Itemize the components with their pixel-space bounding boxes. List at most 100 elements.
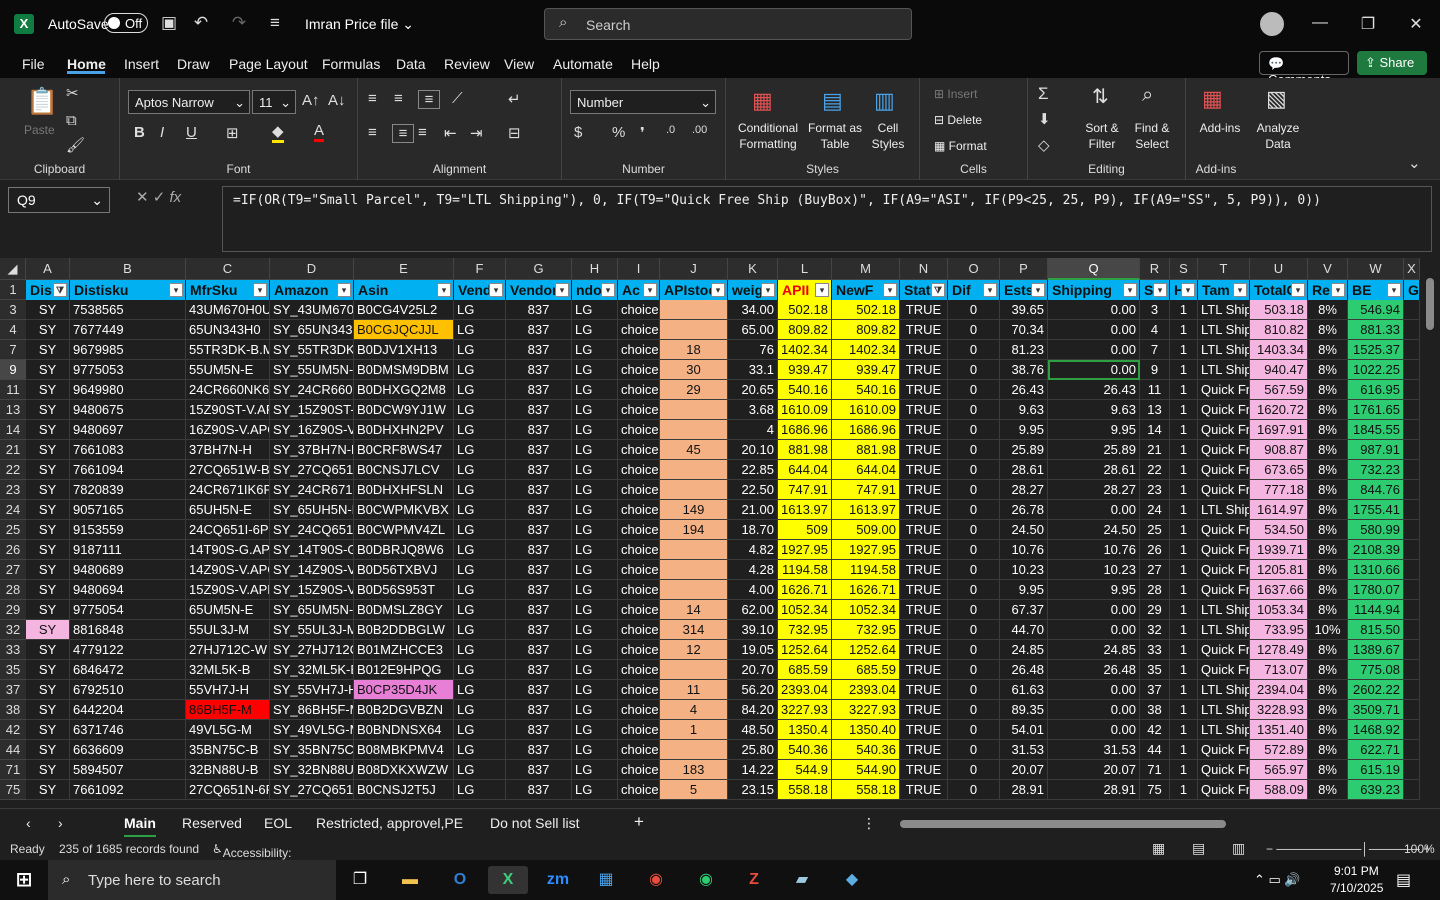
increase-decimal-icon[interactable]: .0	[666, 124, 675, 136]
cell-r28[interactable]: 28	[1140, 580, 1170, 600]
cell-e23[interactable]: B0DHXHFSLN	[354, 480, 454, 500]
cell-s11[interactable]: 1	[1170, 380, 1198, 400]
cell-s7[interactable]: 1	[1170, 340, 1198, 360]
cell-j38[interactable]: 4	[660, 700, 728, 720]
cell-i27[interactable]: choice	[618, 560, 660, 580]
column-header-d[interactable]: D	[270, 258, 354, 280]
cell-n29[interactable]: TRUE	[900, 600, 948, 620]
row-header-11[interactable]: 11	[0, 380, 26, 400]
menu-draw[interactable]: Draw	[177, 56, 210, 72]
cell-s26[interactable]: 1	[1170, 540, 1198, 560]
cell-g29[interactable]: 837	[506, 600, 572, 620]
cell-k29[interactable]: 62.00	[728, 600, 778, 620]
cell-d14[interactable]: SY_16Z90S-V.	[270, 420, 354, 440]
cell-t3[interactable]: LTL Ship	[1198, 300, 1250, 320]
cell-i29[interactable]: choice	[618, 600, 660, 620]
horizontal-scroll-thumb[interactable]	[900, 820, 1226, 828]
cell-c75[interactable]: 27CQ651N-6F	[186, 780, 270, 800]
cell-c42[interactable]: 49VL5G-M	[186, 720, 270, 740]
cell-l4[interactable]: 809.82	[778, 320, 832, 340]
decrease-decimal-icon[interactable]: .00	[692, 124, 707, 136]
cell-f14[interactable]: LG	[454, 420, 506, 440]
cell-u13[interactable]: 1620.72	[1250, 400, 1308, 420]
cell-l24[interactable]: 1613.97	[778, 500, 832, 520]
cell-q23[interactable]: 28.27	[1048, 480, 1140, 500]
cell-d33[interactable]: SY_27HJ712C-	[270, 640, 354, 660]
cell-c13[interactable]: 15Z90ST-V.AP	[186, 400, 270, 420]
cell-b25[interactable]: 9153559	[70, 520, 186, 540]
cell-n25[interactable]: TRUE	[900, 520, 948, 540]
cell-f28[interactable]: LG	[454, 580, 506, 600]
cell-c25[interactable]: 24CQ651I-6P	[186, 520, 270, 540]
cell-g13[interactable]: 837	[506, 400, 572, 420]
cell-j37[interactable]: 11	[660, 680, 728, 700]
column-header-t[interactable]: T	[1198, 258, 1250, 280]
cell-i35[interactable]: choice	[618, 660, 660, 680]
cell-h3[interactable]: LG	[572, 300, 618, 320]
cell-h23[interactable]: LG	[572, 480, 618, 500]
format-as-table-button[interactable]: Format as Table	[806, 120, 864, 152]
cell-w24[interactable]: 1755.41	[1348, 500, 1404, 520]
cell-s75[interactable]: 1	[1170, 780, 1198, 800]
cell-i9[interactable]: choice	[618, 360, 660, 380]
column-header-x[interactable]: X	[1404, 258, 1420, 280]
cell-g37[interactable]: 837	[506, 680, 572, 700]
cell-f22[interactable]: LG	[454, 460, 506, 480]
copy-icon[interactable]: ⧉	[66, 112, 77, 129]
cell-w44[interactable]: 622.71	[1348, 740, 1404, 760]
cell-m75[interactable]: 558.18	[832, 780, 900, 800]
redo-icon[interactable]: ↷	[228, 12, 250, 34]
cell-j71[interactable]: 183	[660, 760, 728, 780]
cell-styles-icon[interactable]: ▥	[874, 88, 895, 114]
cell-a28[interactable]: SY	[26, 580, 70, 600]
cell-p28[interactable]: 9.95	[1000, 580, 1048, 600]
cell-w26[interactable]: 2108.39	[1348, 540, 1404, 560]
cell-k24[interactable]: 21.00	[728, 500, 778, 520]
cell-j7[interactable]: 18	[660, 340, 728, 360]
cell-w3[interactable]: 546.94	[1348, 300, 1404, 320]
menu-insert[interactable]: Insert	[124, 56, 159, 72]
cell-c4[interactable]: 65UN343H0	[186, 320, 270, 340]
cell-p27[interactable]: 10.23	[1000, 560, 1048, 580]
cell-n27[interactable]: TRUE	[900, 560, 948, 580]
cell-a27[interactable]: SY	[26, 560, 70, 580]
cell-w21[interactable]: 987.91	[1348, 440, 1404, 460]
cell-x38[interactable]	[1404, 700, 1420, 720]
clear-icon[interactable]: ◇	[1038, 136, 1050, 154]
cell-b22[interactable]: 7661094	[70, 460, 186, 480]
decrease-font-icon[interactable]: A↓	[328, 92, 346, 109]
cell-w11[interactable]: 616.95	[1348, 380, 1404, 400]
cell-g23[interactable]: 837	[506, 480, 572, 500]
cell-e3[interactable]: B0CG4V25L2	[354, 300, 454, 320]
cell-e32[interactable]: B0B2DDBGLW	[354, 620, 454, 640]
cell-m29[interactable]: 1052.34	[832, 600, 900, 620]
cell-d71[interactable]: SY_32BN88U-	[270, 760, 354, 780]
cell-e24[interactable]: B0CWPMKVBX	[354, 500, 454, 520]
sort-filter-icon[interactable]: ⇅	[1092, 84, 1109, 109]
column-header-m[interactable]: M	[832, 258, 900, 280]
decrease-indent-icon[interactable]: ⇤	[444, 124, 457, 142]
cell-l37[interactable]: 2393.04	[778, 680, 832, 700]
cell-u27[interactable]: 1205.81	[1250, 560, 1308, 580]
format-as-table-icon[interactable]: ▤	[822, 88, 843, 114]
undo-icon[interactable]: ↶	[190, 12, 212, 34]
cell-f37[interactable]: LG	[454, 680, 506, 700]
cell-n37[interactable]: TRUE	[900, 680, 948, 700]
cell-w29[interactable]: 1144.94	[1348, 600, 1404, 620]
cell-j29[interactable]: 14	[660, 600, 728, 620]
cell-w27[interactable]: 1310.66	[1348, 560, 1404, 580]
cell-j27[interactable]	[660, 560, 728, 580]
cell-r29[interactable]: 29	[1140, 600, 1170, 620]
cell-v37[interactable]: 8%	[1308, 680, 1348, 700]
filter-dropdown-icon[interactable]: ▾	[601, 283, 615, 297]
cell-l75[interactable]: 558.18	[778, 780, 832, 800]
cell-q33[interactable]: 24.85	[1048, 640, 1140, 660]
cell-t37[interactable]: LTL Ship	[1198, 680, 1250, 700]
cell-s44[interactable]: 1	[1170, 740, 1198, 760]
cell-s24[interactable]: 1	[1170, 500, 1198, 520]
cell-x25[interactable]	[1404, 520, 1420, 540]
cell-r21[interactable]: 21	[1140, 440, 1170, 460]
cell-a71[interactable]: SY	[26, 760, 70, 780]
cell-m11[interactable]: 540.16	[832, 380, 900, 400]
cell-g28[interactable]: 837	[506, 580, 572, 600]
